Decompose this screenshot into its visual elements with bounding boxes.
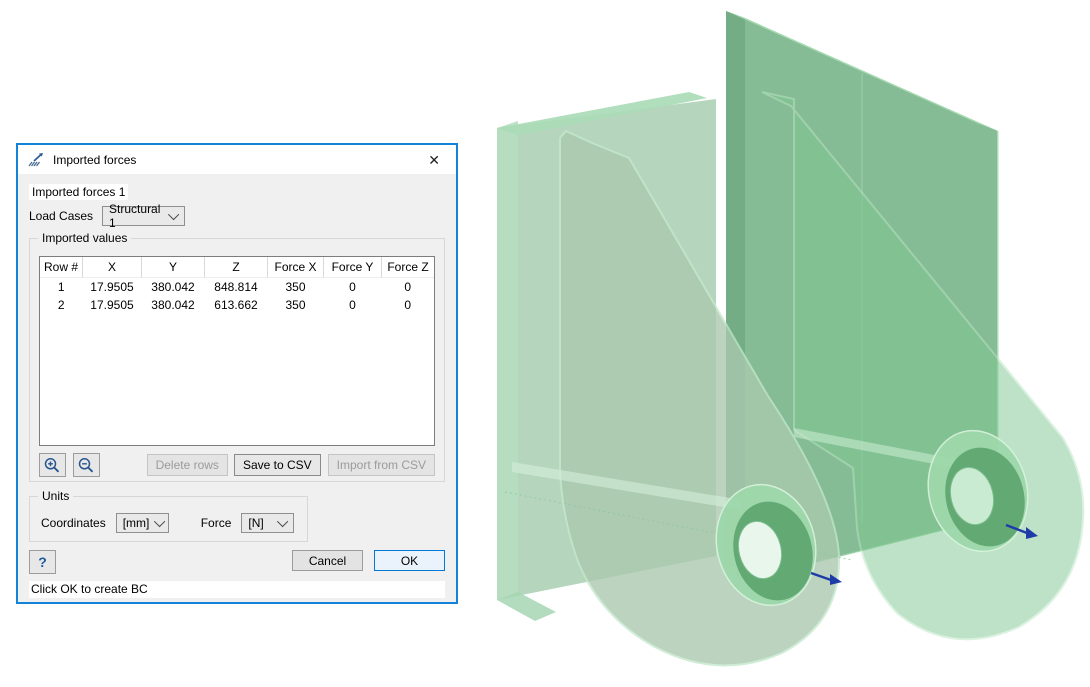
- coordinates-unit-value: [mm]: [123, 516, 150, 530]
- table-cell[interactable]: 17.9505: [83, 296, 142, 314]
- load-cases-select[interactable]: Structural 1: [102, 206, 185, 226]
- imported-values-table: Row #XYZForce XForce YForce Z 117.950538…: [40, 257, 434, 314]
- table-row[interactable]: 217.9505380.042613.66235000: [40, 296, 434, 314]
- column-header[interactable]: Row #: [40, 257, 83, 278]
- imported-values-group: Imported values Row #XYZForce XForce YFo…: [29, 238, 445, 482]
- dialog-title: Imported forces: [53, 153, 424, 167]
- load-cases-label: Load Cases: [29, 209, 93, 223]
- chevron-down-icon: [277, 516, 288, 527]
- zoom-out-button[interactable]: [73, 453, 100, 477]
- chevron-down-icon: [168, 209, 179, 220]
- coordinates-label: Coordinates: [41, 516, 106, 530]
- chevron-down-icon: [154, 516, 165, 527]
- column-header[interactable]: Force Z: [382, 257, 435, 278]
- close-icon[interactable]: ✕: [424, 151, 444, 169]
- bc-name-field[interactable]: Imported forces 1: [29, 184, 128, 200]
- table-cell[interactable]: 0: [324, 296, 382, 314]
- coordinates-unit-select[interactable]: [mm]: [116, 513, 169, 533]
- ok-button[interactable]: OK: [374, 550, 445, 571]
- column-header[interactable]: Z: [205, 257, 268, 278]
- bracket-model: [497, 11, 1083, 665]
- import-from-csv-button: Import from CSV: [328, 454, 435, 476]
- magnifier-plus-icon: [43, 457, 62, 474]
- load-cases-value: Structural 1: [109, 202, 163, 230]
- status-bar: Click OK to create BC: [29, 581, 445, 598]
- imported-values-table-container[interactable]: Row #XYZForce XForce YForce Z 117.950538…: [39, 256, 435, 446]
- zoom-in-button[interactable]: [39, 453, 66, 477]
- column-header[interactable]: Y: [142, 257, 205, 278]
- column-header[interactable]: Force X: [268, 257, 324, 278]
- table-cell[interactable]: 0: [324, 278, 382, 297]
- left-plate-edge-band: [497, 121, 518, 600]
- magnifier-minus-icon: [77, 457, 96, 474]
- help-button[interactable]: ?: [29, 550, 56, 574]
- table-cell[interactable]: 17.9505: [83, 278, 142, 297]
- table-header-row: Row #XYZForce XForce YForce Z: [40, 257, 434, 278]
- table-cell[interactable]: 350: [268, 278, 324, 297]
- force-unit-value: [N]: [248, 516, 263, 530]
- table-cell[interactable]: 2: [40, 296, 83, 314]
- imported-forces-dialog: Imported forces ✕ Imported forces 1 Load…: [16, 143, 458, 604]
- table-cell[interactable]: 350: [268, 296, 324, 314]
- column-header[interactable]: X: [83, 257, 142, 278]
- table-cell[interactable]: 380.042: [142, 278, 205, 297]
- table-row[interactable]: 117.9505380.042848.81435000: [40, 278, 434, 297]
- force-label: Force: [201, 516, 232, 530]
- table-cell[interactable]: 380.042: [142, 296, 205, 314]
- imported-values-group-label: Imported values: [38, 231, 131, 245]
- table-cell[interactable]: 613.662: [205, 296, 268, 314]
- table-cell[interactable]: 0: [382, 296, 435, 314]
- table-cell[interactable]: 1: [40, 278, 83, 297]
- imported-forces-icon: [28, 152, 45, 168]
- column-header[interactable]: Force Y: [324, 257, 382, 278]
- delete-rows-button: Delete rows: [147, 454, 228, 476]
- table-cell[interactable]: 0: [382, 278, 435, 297]
- dialog-titlebar[interactable]: Imported forces ✕: [18, 145, 456, 174]
- units-group-label: Units: [38, 489, 73, 503]
- force-unit-select[interactable]: [N]: [241, 513, 294, 533]
- save-to-csv-button[interactable]: Save to CSV: [234, 454, 321, 476]
- table-cell[interactable]: 848.814: [205, 278, 268, 297]
- cancel-button[interactable]: Cancel: [292, 550, 363, 571]
- units-group: Units Coordinates [mm] Force [N]: [29, 496, 308, 542]
